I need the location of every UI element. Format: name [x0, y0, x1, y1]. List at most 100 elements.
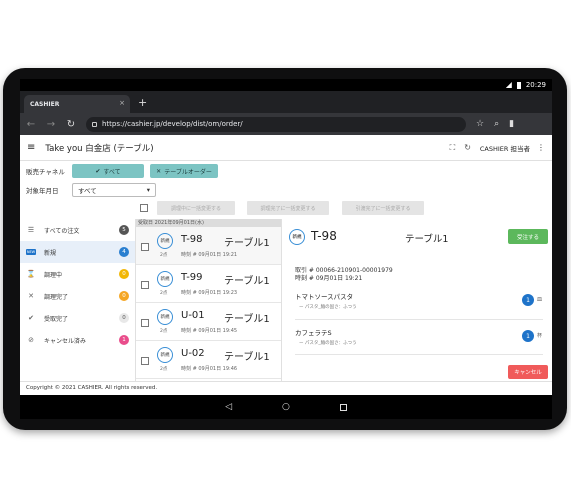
- item-count: 2点: [160, 367, 168, 372]
- hourglass-icon: ⌛: [26, 270, 36, 278]
- order-list: 受取日 2021年09月01日(水) 新規 2点 T-98 テーブル1 時刻 #…: [136, 219, 282, 381]
- item-count: 2点: [160, 291, 168, 296]
- order-row[interactable]: 新規 2点 T-99 テーブル1 時刻 # 09月01日 19:23: [136, 265, 281, 303]
- order-table: テーブル1: [224, 314, 270, 325]
- order-line-item: カフェラテS ー パスタ_麺の固さ：ふつう 1 杯: [295, 327, 542, 346]
- order-time: 時刻 # 09月01日 19:23: [181, 290, 238, 296]
- more-vert-icon[interactable]: ⋮: [537, 143, 545, 152]
- order-table: テーブル1: [224, 352, 270, 363]
- bulk-cooked-button[interactable]: 調理完了に一括変更する: [247, 201, 329, 215]
- footer: Copyright © 2021 CASHIER. All rights res…: [20, 381, 552, 395]
- order-time: 時刻 # 09月01日 19:46: [181, 366, 238, 372]
- channel-table-button[interactable]: ✕ テーブルオーダー: [150, 164, 218, 178]
- forward-icon[interactable]: →: [46, 119, 56, 130]
- bulk-cooking-button[interactable]: 調理中に一括変更する: [157, 201, 235, 215]
- recents-nav-icon[interactable]: [339, 403, 347, 411]
- home-nav-icon[interactable]: ○: [282, 402, 290, 412]
- order-number: U-01: [181, 310, 205, 321]
- sidebar-item-cancelled[interactable]: ⊘ キャンセル済み 1: [20, 329, 135, 351]
- date-select-value: すべて: [78, 187, 97, 195]
- detail-order-number: T-98: [311, 229, 337, 243]
- order-row[interactable]: 新規 2点 T-98 テーブル1 時刻 # 09月01日 19:21: [136, 227, 281, 265]
- battery-icon: [516, 81, 521, 89]
- cancel-order-button[interactable]: キャンセル: [508, 365, 548, 379]
- page-title: Take you 白金店 (テーブル): [45, 143, 154, 154]
- count-badge: 0: [119, 291, 129, 301]
- cutlery-icon: ✕: [156, 167, 162, 175]
- order-row[interactable]: 新規 2点 U-01 テーブル1 時刻 # 09月01日 19:45: [136, 303, 281, 341]
- tab-close-icon[interactable]: ×: [119, 99, 125, 107]
- new-tab-icon[interactable]: +: [138, 96, 147, 109]
- item-option: ー パスタ_麺の固さ：ふつう: [299, 305, 357, 310]
- refresh-icon[interactable]: ↻: [464, 143, 471, 152]
- check-circle-icon: ✔: [28, 314, 34, 322]
- order-table: テーブル1: [224, 238, 270, 249]
- order-checkbox[interactable]: [141, 281, 149, 289]
- item-name: トマトソースパスタ: [295, 293, 354, 301]
- reload-icon[interactable]: ↻: [66, 119, 76, 130]
- detail-time: 時刻 # 09月01日 19:21: [295, 275, 363, 282]
- bookmark-star-icon[interactable]: ☆: [476, 119, 484, 129]
- order-number: T-98: [181, 234, 203, 245]
- browser-toolbar: ← → ↻ https://cashier.jp/develop/dist/om…: [20, 113, 552, 135]
- order-detail: 新規 T-98 テーブル1 受注する 取引 # 00066-210901-000…: [282, 219, 552, 381]
- sidebar-item-received[interactable]: ✔ 受取完了 0: [20, 307, 135, 329]
- count-badge: 1: [119, 335, 129, 345]
- sidebar-item-cooking[interactable]: ⌛ 調理中 0: [20, 263, 135, 285]
- order-time: 時刻 # 09月01日 19:21: [181, 252, 238, 258]
- ban-icon: ⊘: [28, 336, 34, 344]
- back-icon[interactable]: ←: [26, 119, 36, 130]
- url-text: https://cashier.jp/develop/dist/om/order…: [102, 120, 243, 128]
- status-sidebar: ☰ すべての注文 5 NEW 新規 4 ⌛ 調理中 0 ✕ 調理完了 0 ✔ 受…: [20, 219, 136, 381]
- status-time: 20:29: [525, 81, 546, 89]
- bookmark-icon[interactable]: ▮: [509, 119, 514, 129]
- item-option: ー パスタ_麺の固さ：ふつう: [299, 341, 357, 346]
- hamburger-menu-icon[interactable]: ≡: [27, 142, 35, 153]
- select-all-checkbox[interactable]: [140, 204, 148, 212]
- detail-table: テーブル1: [405, 234, 449, 245]
- divider: [295, 319, 543, 320]
- order-checkbox[interactable]: [141, 243, 149, 251]
- sidebar-item-label: 調理中: [44, 271, 63, 279]
- channel-table-label: テーブルオーダー: [164, 168, 212, 176]
- search-icon[interactable]: ⌕: [494, 119, 499, 129]
- order-time: 時刻 # 09月01日 19:45: [181, 328, 238, 334]
- count-badge: 4: [119, 247, 129, 257]
- app-header: ≡ Take you 白金店 (テーブル) ⛶ ↻ CASHIER 担当者 ⋮: [20, 135, 552, 161]
- sidebar-item-label: 受取完了: [44, 315, 69, 323]
- order-row[interactable]: 新規 2点 U-02 テーブル1 時刻 # 09月01日 19:46: [136, 341, 281, 379]
- item-unit: 杯: [536, 333, 542, 339]
- address-bar[interactable]: https://cashier.jp/develop/dist/om/order…: [86, 116, 466, 132]
- list-icon: ☰: [27, 226, 35, 234]
- sidebar-item-all[interactable]: ☰ すべての注文 5: [20, 219, 135, 241]
- staff-name[interactable]: CASHIER 担当者: [480, 143, 530, 153]
- order-table: テーブル1: [224, 276, 270, 287]
- status-circle: 新規: [157, 347, 173, 363]
- cutlery-icon: ✕: [28, 292, 34, 300]
- count-badge: 0: [119, 269, 129, 279]
- date-select[interactable]: すべて ▾: [72, 183, 156, 197]
- accept-order-button[interactable]: 受注する: [508, 229, 548, 244]
- expand-icon[interactable]: ⛶: [450, 143, 456, 153]
- date-filter-row: 対象年月日 すべて ▾: [26, 183, 156, 197]
- sidebar-item-new[interactable]: NEW 新規 4: [20, 241, 135, 263]
- chevron-down-icon: ▾: [146, 186, 150, 194]
- status-circle: 新規: [157, 233, 173, 249]
- count-badge: 0: [119, 313, 129, 323]
- check-icon: ✔: [95, 167, 101, 175]
- detail-status-circle: 新規: [289, 229, 305, 245]
- copyright-text: Copyright © 2021 CASHIER. All rights res…: [26, 385, 158, 391]
- sidebar-item-label: 新規: [44, 249, 57, 257]
- channel-all-button[interactable]: ✔ すべて: [72, 164, 144, 178]
- order-checkbox[interactable]: [141, 319, 149, 327]
- browser-tab-strip: CASHIER × +: [20, 91, 552, 113]
- date-label: 対象年月日: [26, 187, 59, 195]
- item-count: 2点: [160, 253, 168, 258]
- back-nav-icon[interactable]: ◁: [225, 402, 232, 412]
- sidebar-item-cooked[interactable]: ✕ 調理完了 0: [20, 285, 135, 307]
- browser-tab[interactable]: CASHIER ×: [24, 95, 130, 113]
- item-quantity: 1: [522, 294, 534, 306]
- bulk-delivered-button[interactable]: 引渡完了に一括変更する: [342, 201, 424, 215]
- order-checkbox[interactable]: [141, 357, 149, 365]
- item-quantity: 1: [522, 330, 534, 342]
